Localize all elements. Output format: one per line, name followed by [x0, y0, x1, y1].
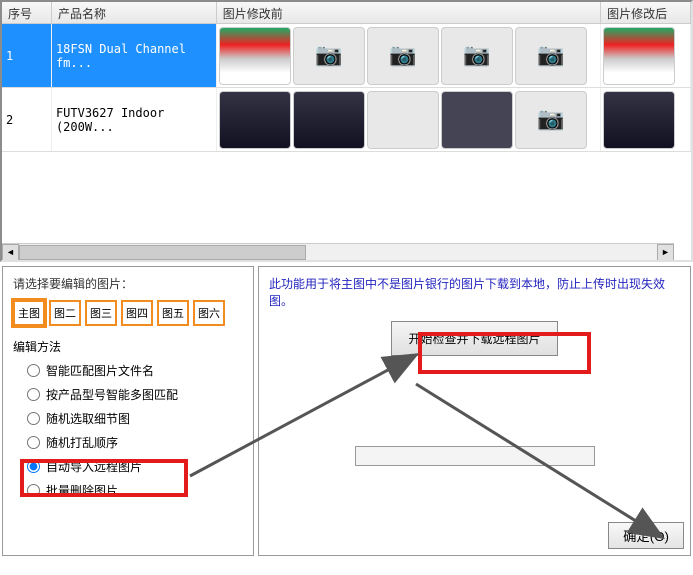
- camera-icon: 📷: [515, 27, 587, 85]
- img-btn-4[interactable]: 图四: [121, 300, 153, 326]
- function-description: 此功能用于将主图中不是图片银行的图片下载到本地，防止上传时出现失效图。: [269, 275, 680, 309]
- table-row[interactable]: 1 18FSN Dual Channel fm... 📷 📷 📷 📷: [2, 24, 691, 88]
- radio-random-detail[interactable]: [27, 412, 40, 425]
- table-row[interactable]: 2 FUTV3627 Indoor (200W... 📷: [2, 88, 691, 152]
- cell-seq: 1: [2, 24, 52, 87]
- thumb-icon: [219, 91, 291, 149]
- radio-auto-import-remote[interactable]: [27, 460, 40, 473]
- action-panel: 此功能用于将主图中不是图片银行的图片下载到本地，防止上传时出现失效图。 开始检查…: [258, 266, 691, 556]
- progress-bar: [355, 446, 595, 466]
- thumb-icon: [603, 27, 675, 85]
- select-prompt: 请选择要编辑的图片：: [13, 275, 243, 292]
- thumb-icon: [603, 91, 675, 149]
- col-after[interactable]: 图片修改后: [601, 2, 691, 23]
- ok-button[interactable]: 确定(O): [608, 522, 684, 549]
- start-download-button[interactable]: 开始检查并下载远程图片: [391, 321, 557, 356]
- scroll-left-button[interactable]: ◄: [2, 244, 19, 261]
- radio-match-model[interactable]: [27, 388, 40, 401]
- camera-icon: 📷: [293, 27, 365, 85]
- radio-match-filename[interactable]: [27, 364, 40, 377]
- radio-label[interactable]: 智能匹配图片文件名: [46, 362, 154, 379]
- img-btn-main[interactable]: 主图: [13, 300, 45, 326]
- edit-method-radios: 智能匹配图片文件名 按产品型号智能多图匹配 随机选取细节图 随机打乱顺序 自动导…: [13, 362, 243, 499]
- edit-method-label: 编辑方法: [13, 338, 243, 355]
- scroll-right-button[interactable]: ►: [657, 244, 674, 261]
- image-slot-buttons: 主图 图二 图三 图四 图五 图六: [13, 300, 243, 326]
- cell-name: FUTV3627 Indoor (200W...: [52, 88, 217, 151]
- radio-label[interactable]: 批量删除图片: [46, 482, 118, 499]
- thumb-icon: [219, 27, 291, 85]
- radio-batch-delete[interactable]: [27, 484, 40, 497]
- edit-options-panel: 请选择要编辑的图片： 主图 图二 图三 图四 图五 图六 编辑方法 智能匹配图片…: [2, 266, 254, 556]
- horizontal-scrollbar[interactable]: ◄ ►: [2, 243, 674, 260]
- col-seq[interactable]: 序号: [2, 2, 52, 23]
- cell-name: 18FSN Dual Channel fm...: [52, 24, 217, 87]
- thumb-icon: [367, 91, 439, 149]
- radio-label[interactable]: 自动导入远程图片: [46, 458, 142, 475]
- camera-icon: 📷: [367, 27, 439, 85]
- cell-after: [601, 24, 691, 87]
- product-table: 序号 产品名称 图片修改前 图片修改后 1 18FSN Dual Channel…: [0, 0, 693, 262]
- cell-seq: 2: [2, 88, 52, 151]
- radio-label[interactable]: 随机打乱顺序: [46, 434, 118, 451]
- radio-shuffle[interactable]: [27, 436, 40, 449]
- camera-icon: 📷: [441, 27, 513, 85]
- table-header: 序号 产品名称 图片修改前 图片修改后: [2, 2, 691, 24]
- img-btn-2[interactable]: 图二: [49, 300, 81, 326]
- col-name[interactable]: 产品名称: [52, 2, 217, 23]
- img-btn-3[interactable]: 图三: [85, 300, 117, 326]
- radio-label[interactable]: 按产品型号智能多图匹配: [46, 386, 178, 403]
- camera-icon: 📷: [515, 91, 587, 149]
- img-btn-5[interactable]: 图五: [157, 300, 189, 326]
- col-before[interactable]: 图片修改前: [217, 2, 601, 23]
- cell-after: [601, 88, 691, 151]
- radio-label[interactable]: 随机选取细节图: [46, 410, 130, 427]
- cell-before: 📷 📷 📷 📷: [217, 24, 601, 87]
- img-btn-6[interactable]: 图六: [193, 300, 225, 326]
- scroll-thumb[interactable]: [19, 245, 306, 260]
- thumb-icon: [441, 91, 513, 149]
- cell-before: 📷: [217, 88, 601, 151]
- scroll-track[interactable]: [19, 245, 657, 260]
- thumb-icon: [293, 91, 365, 149]
